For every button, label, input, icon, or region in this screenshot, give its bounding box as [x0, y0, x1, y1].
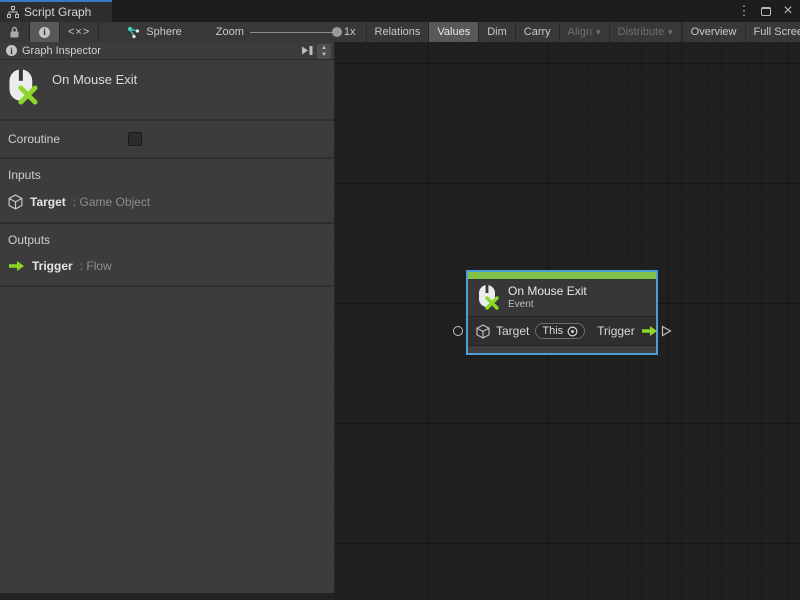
relations-button[interactable]: Relations: [367, 22, 430, 42]
graph-target-breadcrumb[interactable]: Sphere: [99, 22, 191, 42]
coroutine-row: Coroutine: [0, 121, 334, 159]
lock-button[interactable]: [0, 22, 30, 42]
output-port-name: Trigger: [32, 259, 73, 273]
carry-button[interactable]: Carry: [516, 22, 560, 42]
fullscreen-button[interactable]: Full Screen: [746, 22, 800, 42]
inspector-toggle-button[interactable]: i: [30, 22, 60, 42]
maximize-icon: [761, 7, 771, 16]
node-footer: [468, 345, 656, 353]
script-graph-window: Script Graph ⋮ × i <×>: [0, 0, 800, 600]
outputs-heading: Outputs: [8, 233, 326, 247]
dim-button[interactable]: Dim: [479, 22, 516, 42]
edit-script-button[interactable]: <×>: [60, 22, 99, 42]
flow-arrow-icon: [8, 260, 25, 272]
toolbar: i <×> Sphere Zoom 1x Relations Values Di…: [0, 22, 800, 42]
overview-button[interactable]: Overview: [683, 22, 746, 42]
coroutine-label: Coroutine: [8, 132, 128, 146]
chevron-down-icon: ▾: [596, 27, 601, 38]
output-port-row: Trigger : Flow: [8, 259, 326, 273]
chevron-down-icon: ▾: [668, 27, 673, 38]
target-picker-icon[interactable]: [567, 326, 578, 337]
node-header[interactable]: On Mouse Exit Event: [468, 279, 656, 316]
values-button[interactable]: Values: [429, 22, 479, 42]
panel-bottom-edge: [0, 593, 335, 600]
lock-icon: [9, 26, 20, 38]
node-ports-row: Target This Trigger: [468, 316, 656, 345]
input-flow-port[interactable]: [453, 326, 463, 336]
zoom-label: Zoom: [216, 26, 244, 38]
target-value: This: [542, 325, 563, 337]
input-port-row: Target : Game Object: [8, 194, 326, 210]
cube-icon: [8, 194, 23, 210]
inspector-unit-title: On Mouse Exit: [52, 68, 137, 87]
graph-inspector-header[interactable]: i Graph Inspector ▲▼: [0, 42, 334, 60]
info-icon: i: [6, 45, 17, 56]
node-title: On Mouse Exit: [508, 284, 587, 298]
mouse-exit-icon: [478, 284, 499, 310]
inputs-section: Inputs Target : Game Object: [0, 159, 334, 224]
window-maximize-button[interactable]: [758, 3, 774, 19]
flow-arrow-icon: [641, 325, 658, 337]
panel-scrub-control[interactable]: ▲▼: [317, 44, 331, 59]
trigger-port-label: Trigger: [597, 324, 635, 338]
graph-inspector-panel: i Graph Inspector ▲▼ On Mouse Exit: [0, 42, 335, 593]
coroutine-checkbox[interactable]: [128, 132, 142, 146]
target-port-label: Target: [496, 324, 529, 338]
window-close-button[interactable]: ×: [780, 3, 796, 19]
graph-asset-icon: [127, 26, 140, 39]
zoom-slider[interactable]: [250, 32, 338, 33]
tab-label: Script Graph: [24, 5, 91, 19]
distribute-button: Distribute▾: [610, 22, 682, 42]
code-icon: <×>: [68, 26, 90, 38]
target-value-chip[interactable]: This: [535, 323, 585, 339]
node-event-colorbar: [468, 272, 656, 279]
node-subtitle: Event: [508, 299, 587, 310]
align-button: Align▾: [560, 22, 610, 42]
graph-hierarchy-icon: [7, 6, 19, 18]
zoom-slider-handle[interactable]: [332, 27, 342, 37]
output-flow-port[interactable]: [661, 325, 672, 340]
window-menu-button[interactable]: ⋮: [736, 3, 752, 19]
cube-icon: [476, 324, 490, 339]
zoom-value: 1x: [344, 26, 356, 38]
input-port-name: Target: [30, 195, 66, 209]
graph-target-label: Sphere: [146, 26, 181, 38]
outputs-section: Outputs Trigger : Flow: [0, 224, 334, 287]
output-port-type: : Flow: [80, 259, 112, 273]
inputs-heading: Inputs: [8, 168, 326, 182]
tab-script-graph[interactable]: Script Graph: [0, 0, 112, 22]
info-icon: i: [39, 27, 50, 38]
input-port-type: : Game Object: [73, 195, 150, 209]
dock-panel-icon[interactable]: [301, 45, 314, 56]
inspector-unit-header: On Mouse Exit: [0, 60, 334, 121]
graph-inspector-title: Graph Inspector: [22, 45, 296, 57]
titlebar: Script Graph ⋮ ×: [0, 0, 800, 22]
node-on-mouse-exit[interactable]: On Mouse Exit Event Target This: [466, 270, 658, 355]
mouse-exit-icon: [8, 68, 38, 105]
